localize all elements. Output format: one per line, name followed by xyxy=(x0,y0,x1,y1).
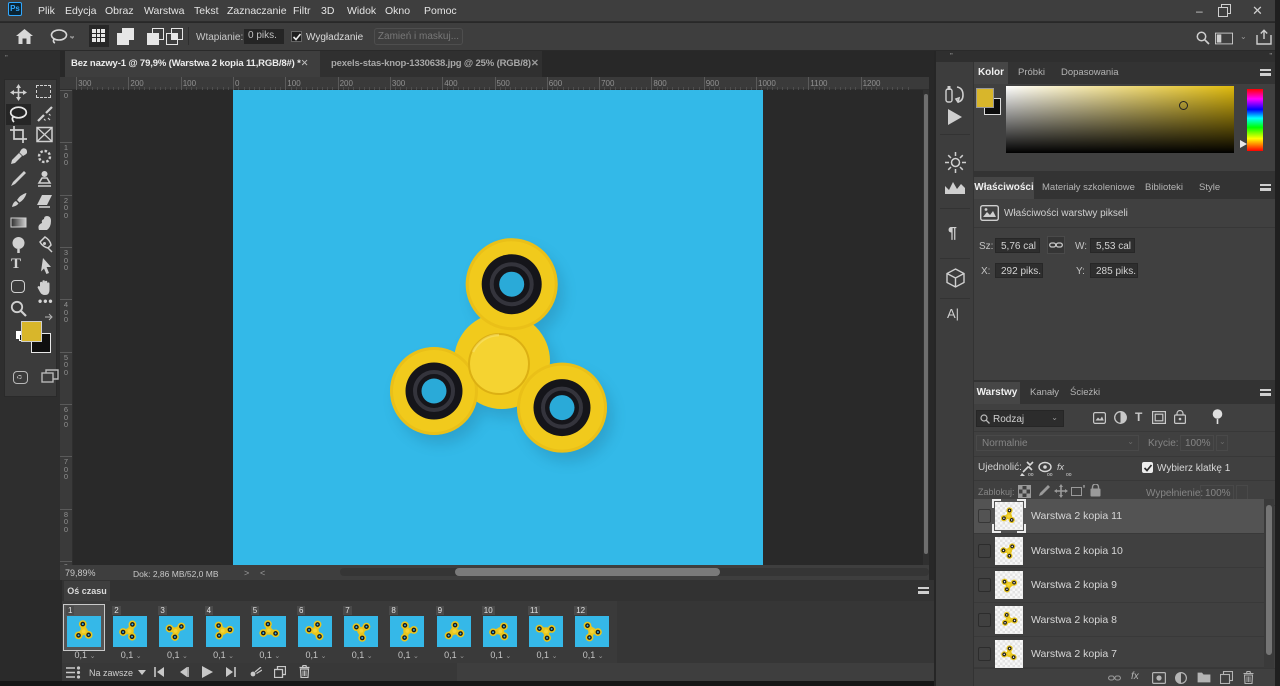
svg-text:oo: oo xyxy=(1047,472,1053,476)
svg-text:oo: oo xyxy=(1028,472,1034,476)
svg-text:oo: oo xyxy=(1066,472,1072,476)
svg-text:fx: fx xyxy=(1057,462,1065,472)
